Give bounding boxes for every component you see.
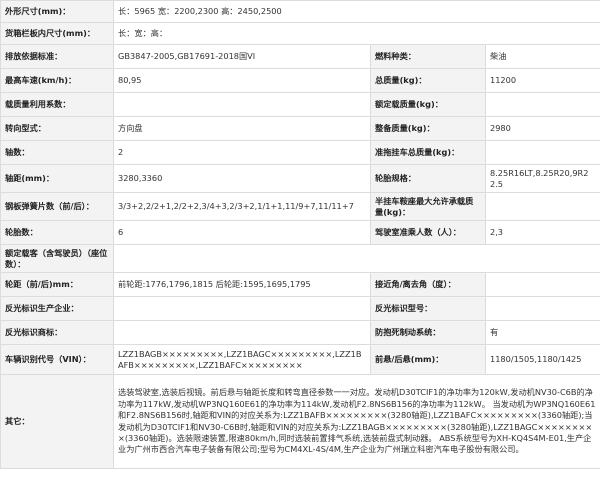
spec-value: 柴油 bbox=[484, 44, 600, 69]
spec-label: 轮胎数： bbox=[0, 220, 114, 245]
spec-value bbox=[484, 272, 600, 297]
spec-value bbox=[113, 92, 371, 117]
spec-row-emission: 排放依据标准： GB3847-2005,GB17691-2018国VI 燃料种类… bbox=[0, 44, 600, 69]
spec-row-dimensions: 外形尺寸(mm)： 长：5965 宽：2200,2300 高：2450,2500 bbox=[0, 0, 600, 23]
spec-value: 2,3 bbox=[484, 220, 600, 245]
spec-label: 额定载客（含驾驶员）（座位数）： bbox=[0, 244, 114, 273]
spec-label: 反光标识生产企业： bbox=[0, 296, 114, 321]
spec-value: 3280,3360 bbox=[113, 164, 371, 193]
spec-label: 防抱死制动系统： bbox=[370, 320, 486, 345]
spec-row-track: 轮距（前/后)mm： 前轮距:1776,1796,1815 后轮距:1595,1… bbox=[0, 272, 600, 297]
spec-value bbox=[484, 296, 600, 321]
spec-label: 载质量利用系数： bbox=[0, 92, 114, 117]
spec-row-wheelbase: 轴距(mm)： 3280,3360 轮胎规格： 8.25R16LT,8.25R2… bbox=[0, 164, 600, 193]
spec-label: 接近角/离去角（度）： bbox=[370, 272, 486, 297]
spec-value: 长：宽：高： bbox=[112, 22, 600, 45]
spec-value bbox=[113, 296, 371, 321]
spec-label: 总质量(kg)： bbox=[370, 68, 486, 93]
spec-label: 排放依据标准： bbox=[0, 44, 114, 69]
spec-value: 3/3+2,2/2+1,2/2+2,3/4+3,2/3+2,1/1+1,11/9… bbox=[113, 192, 371, 221]
spec-value: GB3847-2005,GB17691-2018国VI bbox=[113, 44, 371, 69]
spec-value: 80,95 bbox=[113, 68, 371, 93]
spec-label: 半挂车鞍座最大允许承载质量(kg)： bbox=[370, 192, 486, 221]
spec-value: 方向盘 bbox=[113, 116, 371, 141]
spec-row-cargo-box: 货箱栏板内尺寸(mm)： 长：宽：高： bbox=[0, 22, 600, 45]
spec-value: 8.25R16LT,8.25R20,9R22.5 bbox=[484, 164, 600, 193]
spec-label: 货箱栏板内尺寸(mm)： bbox=[0, 22, 114, 45]
spec-value: 6 bbox=[113, 220, 371, 245]
spec-label: 驾驶室准乘人数（人）： bbox=[370, 220, 486, 245]
spec-value: 1180/1505,1180/1425 bbox=[484, 344, 600, 375]
spec-row-tires: 轮胎数： 6 驾驶室准乘人数（人）： 2,3 bbox=[0, 220, 600, 245]
spec-row-passengers: 额定载客（含驾驶员）（座位数）： bbox=[0, 244, 600, 273]
spec-value bbox=[484, 92, 600, 117]
spec-row-axles: 轴数： 2 准拖挂车总质量(kg)： bbox=[0, 140, 600, 165]
spec-label: 燃料种类： bbox=[370, 44, 486, 69]
spec-label: 轴数： bbox=[0, 140, 114, 165]
spec-label: 额定载质量(kg)： bbox=[370, 92, 486, 117]
vehicle-spec-table: 外形尺寸(mm)： 长：5965 宽：2200,2300 高：2450,2500… bbox=[0, 0, 600, 469]
spec-value bbox=[113, 320, 371, 345]
spec-label: 外形尺寸(mm)： bbox=[0, 0, 114, 23]
spec-label: 其它： bbox=[0, 374, 114, 469]
spec-label: 最高车速(km/h)： bbox=[0, 68, 114, 93]
spec-value: 前轮距:1776,1796,1815 后轮距:1595,1695,1795 bbox=[113, 272, 371, 297]
spec-row-vin: 车辆识别代号（VIN）： LZZ1BAGB×××××××××,LZZ1BAGC×… bbox=[0, 344, 600, 375]
spec-value: 2980 bbox=[484, 116, 600, 141]
spec-label: 轮胎规格： bbox=[370, 164, 486, 193]
spec-label: 钢板弹簧片数（前/后）： bbox=[0, 192, 114, 221]
spec-row-leaf-springs: 钢板弹簧片数（前/后）： 3/3+2,2/2+1,2/2+2,3/4+3,2/3… bbox=[0, 192, 600, 221]
spec-row-steering: 转向型式： 方向盘 整备质量(kg)： 2980 bbox=[0, 116, 600, 141]
spec-value: 选装驾驶室,选装后视镜。前后悬与轴距长度和转弯直径参数一一对应。发动机D30TC… bbox=[112, 374, 600, 469]
spec-value: 2 bbox=[113, 140, 371, 165]
spec-label: 轴距(mm)： bbox=[0, 164, 114, 193]
spec-label: 前悬/后悬(mm)： bbox=[370, 344, 486, 375]
spec-value: 有 bbox=[484, 320, 600, 345]
spec-value: 11200 bbox=[484, 68, 600, 93]
spec-row-speed: 最高车速(km/h)： 80,95 总质量(kg)： 11200 bbox=[0, 68, 600, 93]
spec-value: 长：5965 宽：2200,2300 高：2450,2500 bbox=[112, 0, 600, 23]
spec-row-load-factor: 载质量利用系数： 额定载质量(kg)： bbox=[0, 92, 600, 117]
spec-value bbox=[112, 244, 600, 273]
spec-label: 车辆识别代号（VIN）： bbox=[0, 344, 114, 375]
spec-value bbox=[484, 192, 600, 221]
spec-row-reflector-maker: 反光标识生产企业： 反光标识型号： bbox=[0, 296, 600, 321]
spec-value: LZZ1BAGB×××××××××,LZZ1BAGC×××××××××,LZZ1… bbox=[113, 344, 371, 375]
spec-label: 整备质量(kg)： bbox=[370, 116, 486, 141]
spec-label: 轮距（前/后)mm： bbox=[0, 272, 114, 297]
spec-label: 反光标识型号： bbox=[370, 296, 486, 321]
spec-label: 准拖挂车总质量(kg)： bbox=[370, 140, 486, 165]
spec-row-reflector-brand: 反光标识商标： 防抱死制动系统： 有 bbox=[0, 320, 600, 345]
spec-value bbox=[484, 140, 600, 165]
spec-label: 转向型式： bbox=[0, 116, 114, 141]
spec-row-other: 其它： 选装驾驶室,选装后视镜。前后悬与轴距长度和转弯直径参数一一对应。发动机D… bbox=[0, 374, 600, 469]
spec-label: 反光标识商标： bbox=[0, 320, 114, 345]
